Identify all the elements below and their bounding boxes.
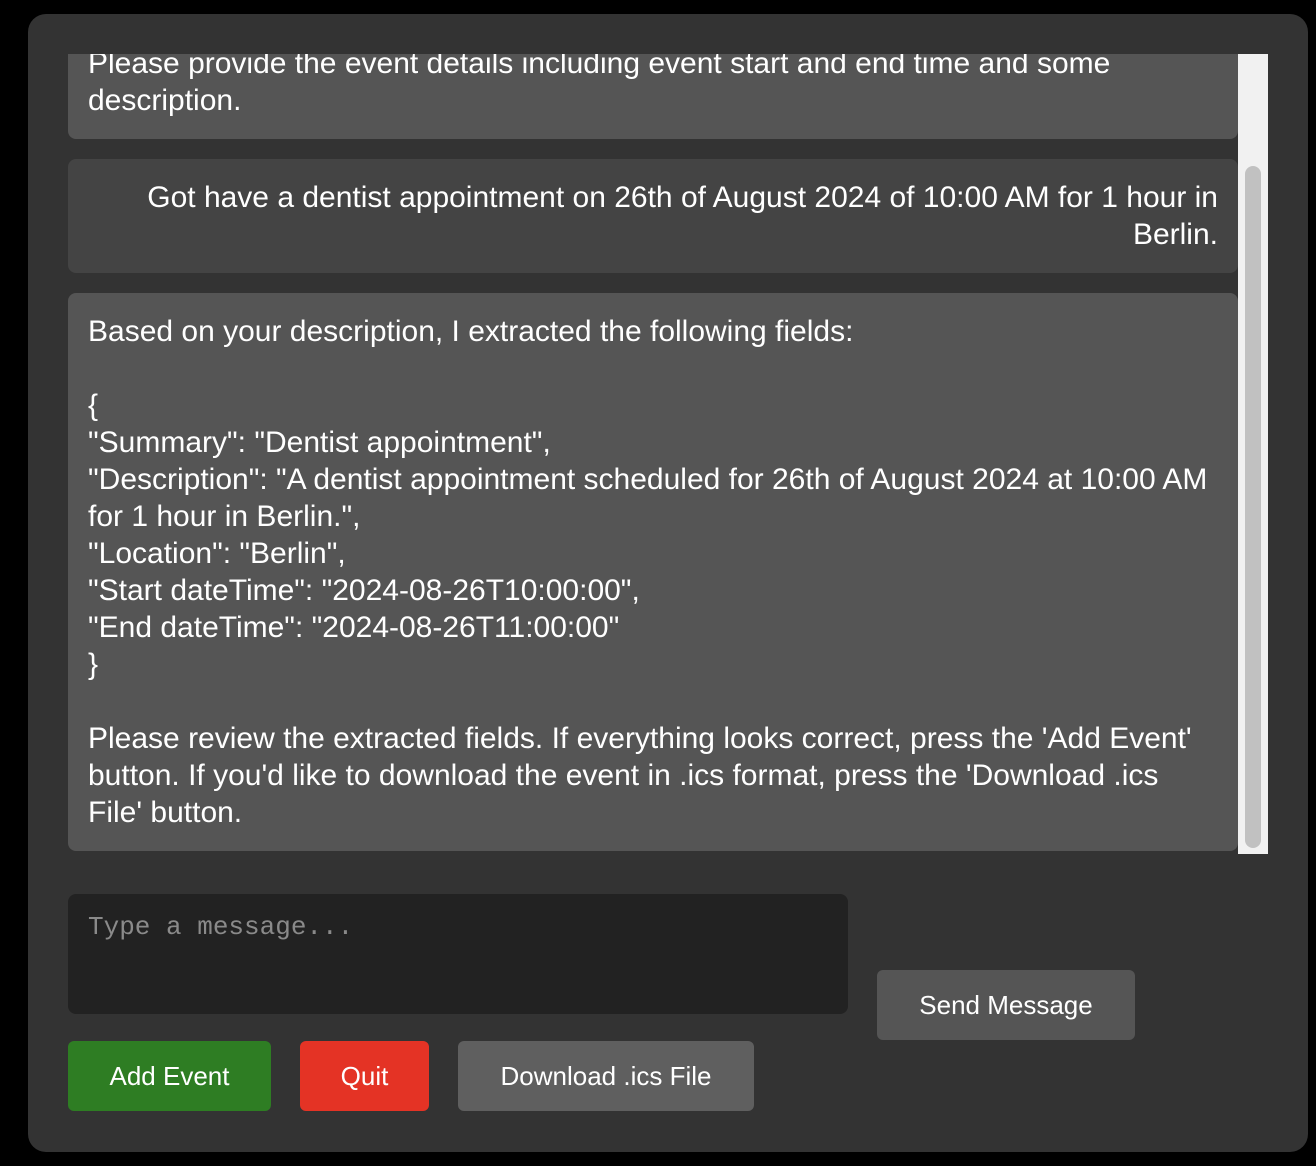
- message-input[interactable]: [68, 894, 848, 1014]
- quit-button[interactable]: Quit: [300, 1041, 429, 1111]
- chat-history[interactable]: Please provide the event details includi…: [68, 54, 1268, 854]
- add-event-button[interactable]: Add Event: [68, 1041, 271, 1111]
- scrollbar-thumb[interactable]: [1245, 166, 1261, 848]
- chat-scrollbar[interactable]: [1238, 54, 1268, 854]
- send-message-button[interactable]: Send Message: [877, 970, 1135, 1040]
- download-ics-button[interactable]: Download .ics File: [458, 1041, 754, 1111]
- bot-message: Please provide the event details includi…: [68, 54, 1238, 139]
- chat-app: Please provide the event details includi…: [28, 14, 1308, 1152]
- user-message: Got have a dentist appointment on 26th o…: [68, 159, 1238, 273]
- bot-message: Based on your description, I extracted t…: [68, 293, 1238, 851]
- chat-messages: Please provide the event details includi…: [68, 54, 1238, 854]
